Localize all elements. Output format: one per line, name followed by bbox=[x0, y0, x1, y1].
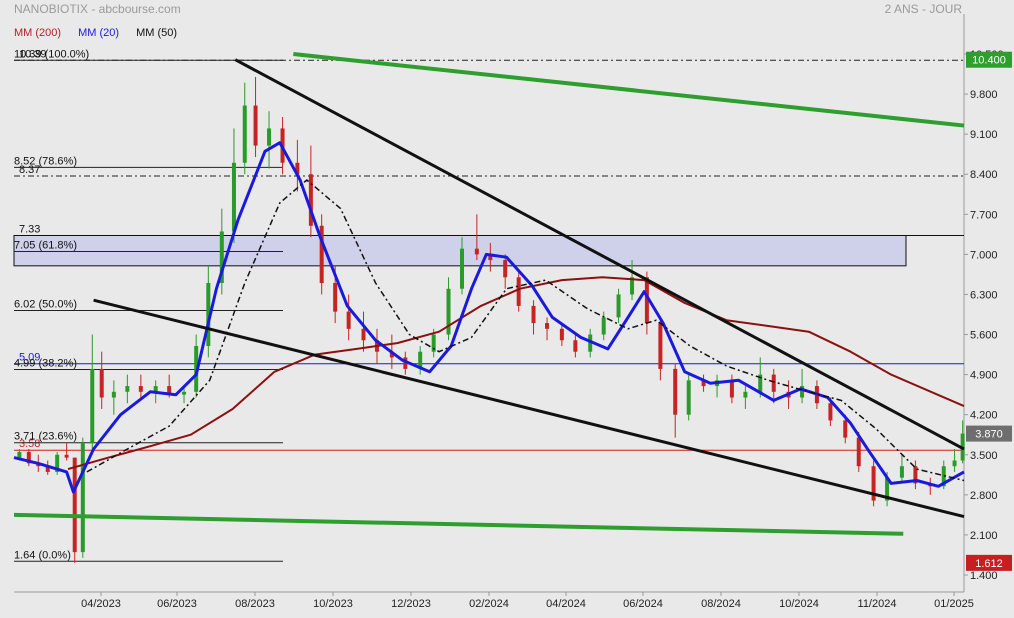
candle-body-63 bbox=[843, 420, 848, 438]
fib-label-5: 3.71 (23.6%) bbox=[14, 431, 77, 443]
candle-body-43 bbox=[559, 328, 564, 341]
fib-label-4: 4.99 (38.2%) bbox=[14, 357, 77, 369]
candle-body-11 bbox=[125, 386, 130, 392]
x-tick-label-7: 06/2024 bbox=[623, 598, 663, 610]
candle-body-40 bbox=[516, 277, 521, 306]
candle-body-20 bbox=[242, 105, 247, 163]
candle-body-19 bbox=[231, 162, 236, 232]
candle-body-42 bbox=[545, 323, 550, 329]
level-label-2: 7.33 bbox=[19, 223, 40, 235]
chart-background bbox=[0, 0, 1014, 613]
y-tick-label-6: 6.300 bbox=[970, 289, 998, 301]
price-badge-label-0: 10.400 bbox=[972, 55, 1006, 67]
candle-body-12 bbox=[138, 386, 143, 392]
fibonacci-zone-layer bbox=[13, 234, 907, 267]
candle-body-51 bbox=[673, 368, 678, 415]
candle-body-62 bbox=[828, 403, 833, 421]
price-badge-label-1: 3.870 bbox=[975, 429, 1003, 441]
candle-body-41 bbox=[531, 305, 536, 324]
fib-label-0: 10.39 (100.0%) bbox=[14, 48, 89, 60]
candle-body-27 bbox=[333, 283, 338, 312]
candle-body-5 bbox=[64, 454, 69, 458]
x-tick-label-11: 01/2025 bbox=[934, 598, 974, 610]
y-tick-label-7: 5.600 bbox=[970, 330, 998, 342]
legend-mm20: MM (20) bbox=[78, 27, 120, 39]
x-tick-label-9: 10/2024 bbox=[779, 598, 819, 610]
y-tick-label-12: 2.100 bbox=[970, 530, 998, 542]
candle-body-56 bbox=[743, 391, 748, 398]
candle-body-15 bbox=[182, 391, 187, 395]
candle-body-44 bbox=[573, 340, 578, 352]
y-tick-label-8: 4.900 bbox=[970, 370, 998, 382]
grid-layer bbox=[0, 0, 1014, 613]
fib-label-6: 1.64 (0.0%) bbox=[14, 549, 71, 561]
legend-mm200: MM (200) bbox=[14, 27, 62, 39]
candle-body-39 bbox=[503, 260, 508, 278]
y-tick-label-4: 7.700 bbox=[970, 209, 998, 221]
candle-body-21 bbox=[253, 105, 258, 146]
price-badge-label-2: 1.612 bbox=[975, 558, 1003, 570]
legend-mm50: MM (50) bbox=[136, 27, 178, 39]
fibonacci-zone bbox=[13, 234, 907, 267]
x-tick-label-3: 10/2023 bbox=[313, 598, 353, 610]
candle-body-50 bbox=[658, 323, 663, 369]
candle-body-52 bbox=[686, 380, 691, 415]
x-tick-label-8: 08/2024 bbox=[701, 598, 741, 610]
y-tick-label-10: 3.500 bbox=[970, 450, 998, 462]
candle-body-0 bbox=[17, 451, 22, 458]
y-tick-label-1: 9.800 bbox=[970, 89, 998, 101]
candle-body-46 bbox=[601, 317, 606, 335]
x-tick-label-4: 12/2023 bbox=[391, 598, 431, 610]
chart-period[interactable]: 2 ANS - JOUR bbox=[885, 2, 962, 16]
candle-body-22 bbox=[267, 128, 272, 146]
candle-body-8 bbox=[90, 368, 95, 444]
x-tick-label-2: 08/2023 bbox=[235, 598, 275, 610]
candle-body-28 bbox=[346, 311, 351, 329]
x-tick-label-5: 02/2024 bbox=[469, 598, 509, 610]
candle-body-71 bbox=[952, 460, 957, 467]
x-tick-label-0: 04/2023 bbox=[81, 598, 121, 610]
candle-body-29 bbox=[361, 328, 366, 341]
chart-title: NANOBIOTIX - abcbourse.com bbox=[14, 2, 181, 16]
fib-label-3: 6.02 (50.0%) bbox=[14, 298, 77, 310]
y-tick-label-2: 9.100 bbox=[970, 129, 998, 141]
chart-canvas[interactable]: 10.398.377.335.093.58 10.39 (100.0%)8.52… bbox=[0, 0, 1014, 613]
fib-label-1: 8.52 (78.6%) bbox=[14, 155, 77, 167]
candle-body-67 bbox=[899, 466, 904, 478]
candle-body-6 bbox=[72, 457, 77, 553]
y-tick-label-9: 4.200 bbox=[970, 410, 998, 422]
y-tick-label-13: 1.400 bbox=[970, 570, 998, 582]
x-tick-label-6: 04/2024 bbox=[546, 598, 586, 610]
x-tick-label-10: 11/2024 bbox=[858, 598, 897, 610]
candle-body-64 bbox=[856, 437, 861, 467]
candle-body-9 bbox=[99, 368, 104, 398]
candle-body-55 bbox=[729, 380, 734, 398]
candle-body-7 bbox=[80, 443, 85, 553]
x-tick-label-1: 06/2023 bbox=[157, 598, 197, 610]
fib-label-2: 7.05 (61.8%) bbox=[14, 240, 77, 252]
legend: MM (200) MM (20) MM (50) bbox=[14, 27, 191, 39]
y-tick-label-3: 8.400 bbox=[970, 169, 998, 181]
y-tick-label-5: 7.000 bbox=[970, 249, 998, 261]
candle-body-36 bbox=[460, 248, 465, 289]
price-chart[interactable]: 10.39 8.37 7.33 5.09 3.58 10.39 (100.0%) 8.52… bbox=[0, 0, 1014, 613]
candle-body-10 bbox=[111, 391, 116, 398]
candle-body-37 bbox=[474, 248, 479, 255]
y-tick-label-11: 2.800 bbox=[970, 490, 998, 502]
candle-body-58 bbox=[771, 374, 776, 392]
candle-body-47 bbox=[616, 294, 621, 318]
